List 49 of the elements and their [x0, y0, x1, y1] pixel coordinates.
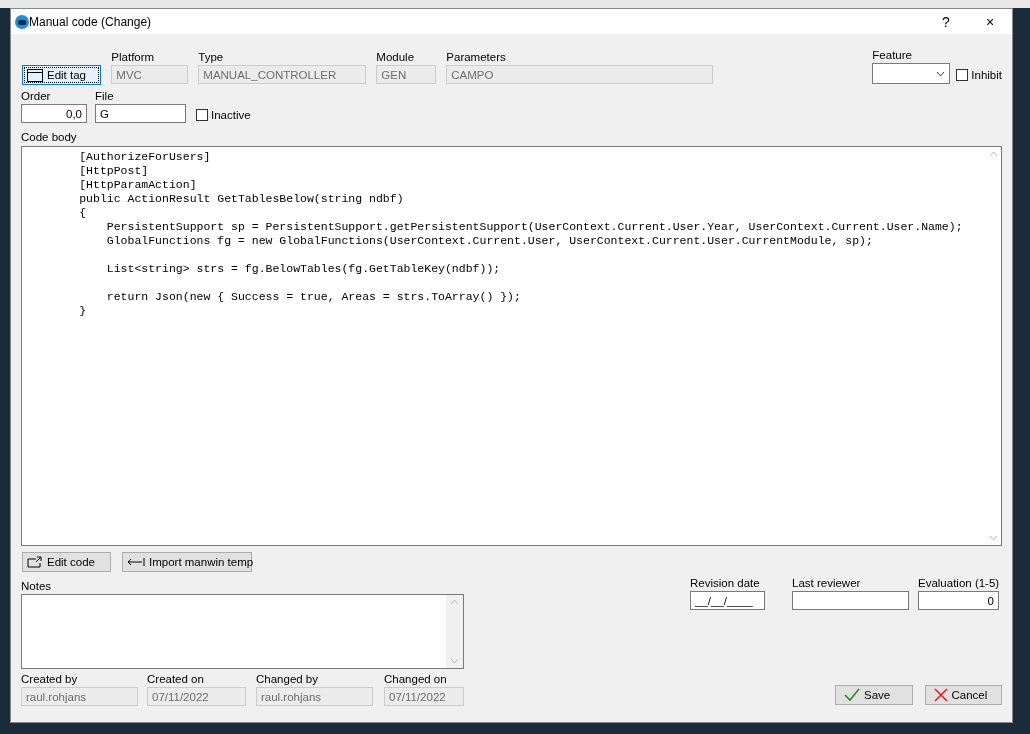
field-label: Changed on	[384, 673, 448, 686]
scrollbar[interactable]	[446, 595, 463, 668]
code-text: [AuthorizeForUsers] [HttpPost] [HttpParamAction] public ActionResult GetTablesBelow(string ndbf) { PersistentSupport sp = PersistentSupport.getPersistentSupport(UserContext.Current.User.Year, UserContext.Current.User.Name); GlobalFunctions fg = new GlobalFunctions(UserContext.Current.User, UserContext.Current.User.CurrentModule, sp); List<string> strs = fg.BelowTables(fg.GetTableKey(ndbf)); return Json(new { Success = true, Areas = strs.ToArray() }); }	[78, 149, 964, 319]
external-link-icon	[27, 556, 43, 568]
field-label: Revision date	[690, 577, 761, 590]
chevron-down-icon	[936, 70, 946, 77]
edit-tag-button[interactable]: Edit tag	[22, 65, 102, 85]
checkbox-label: Inhibit	[971, 69, 1002, 81]
field-label: File	[95, 90, 115, 103]
field-label: Created on	[147, 673, 205, 686]
checkbox[interactable]	[196, 109, 208, 121]
cross-icon	[933, 688, 948, 702]
checkbox[interactable]	[956, 69, 969, 81]
text-field[interactable]: __/__/____	[690, 591, 765, 610]
checkbox-label: Inactive	[211, 109, 251, 121]
scroll-down-icon	[988, 535, 998, 541]
checkmark-icon	[844, 688, 860, 702]
field-label: Platform	[111, 51, 156, 64]
scroll-down-icon	[450, 658, 459, 664]
field-label: Changed by	[256, 673, 320, 686]
dropdown[interactable]	[872, 63, 951, 84]
cancel-button[interactable]: Cancel	[924, 685, 1002, 705]
field-label: Type	[198, 51, 225, 64]
field-label: Evaluation (1-5)	[918, 577, 1000, 590]
window-icon	[27, 68, 43, 82]
notes-field[interactable]	[21, 594, 464, 669]
field-label: Feature	[872, 49, 913, 62]
close-button[interactable]: ×	[968, 9, 1012, 34]
field-label: Code body	[21, 131, 78, 144]
field-label: Order	[21, 90, 52, 103]
field-label: Notes	[21, 580, 53, 593]
field-label: Last reviewer	[792, 577, 862, 590]
app-icon	[15, 14, 29, 29]
window-title: Manual code (Change)	[29, 14, 153, 29]
button[interactable]: Import manwin temp	[122, 552, 252, 572]
button[interactable]: Edit code	[22, 552, 111, 572]
code-editor[interactable]	[21, 146, 1002, 546]
field-label: Created by	[21, 673, 79, 686]
left-arrow-icon	[127, 557, 145, 567]
text-field[interactable]: G	[95, 104, 186, 123]
help-button[interactable]: ?	[924, 9, 968, 34]
field-label: Parameters	[446, 51, 507, 64]
text-field[interactable]: 0	[918, 591, 999, 610]
scroll-up-icon	[988, 151, 998, 157]
text-field[interactable]: 0,0	[21, 104, 87, 123]
save-button[interactable]: Save	[835, 685, 913, 705]
scroll-up-icon	[450, 599, 459, 605]
field-label: Module	[376, 51, 416, 64]
text-field[interactable]	[792, 591, 909, 610]
